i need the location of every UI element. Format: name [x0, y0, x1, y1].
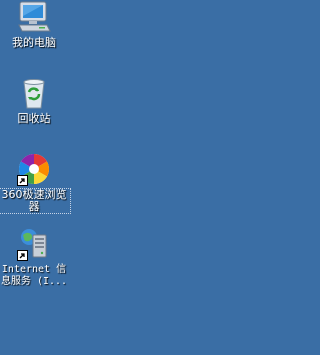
shortcut-arrow-icon [17, 250, 28, 261]
desktop-icon-iis[interactable]: Internet 信息服务 (I... [0, 227, 70, 288]
desktop-icon-label: Internet 信息服务 (I... [0, 264, 68, 287]
desktop-icon-my-computer[interactable]: 我的电脑 [0, 0, 70, 49]
desktop[interactable]: 我的电脑 回收站 360极速浏览器 Internet 信息服务 (I... [0, 0, 260, 355]
desktop-icon-label: 我的电脑 [12, 36, 56, 49]
iis-manager-icon [17, 227, 51, 261]
desktop-icon-label: 回收站 [17, 112, 51, 125]
my-computer-icon [17, 0, 51, 34]
shortcut-arrow-icon [17, 175, 28, 186]
recycle-bin-icon [17, 76, 51, 110]
360-browser-icon [17, 152, 51, 186]
desktop-icon-360-browser[interactable]: 360极速浏览器 [0, 152, 71, 214]
desktop-icon-recycle-bin[interactable]: 回收站 [0, 76, 70, 125]
desktop-icon-label: 360极速浏览器 [0, 188, 71, 214]
